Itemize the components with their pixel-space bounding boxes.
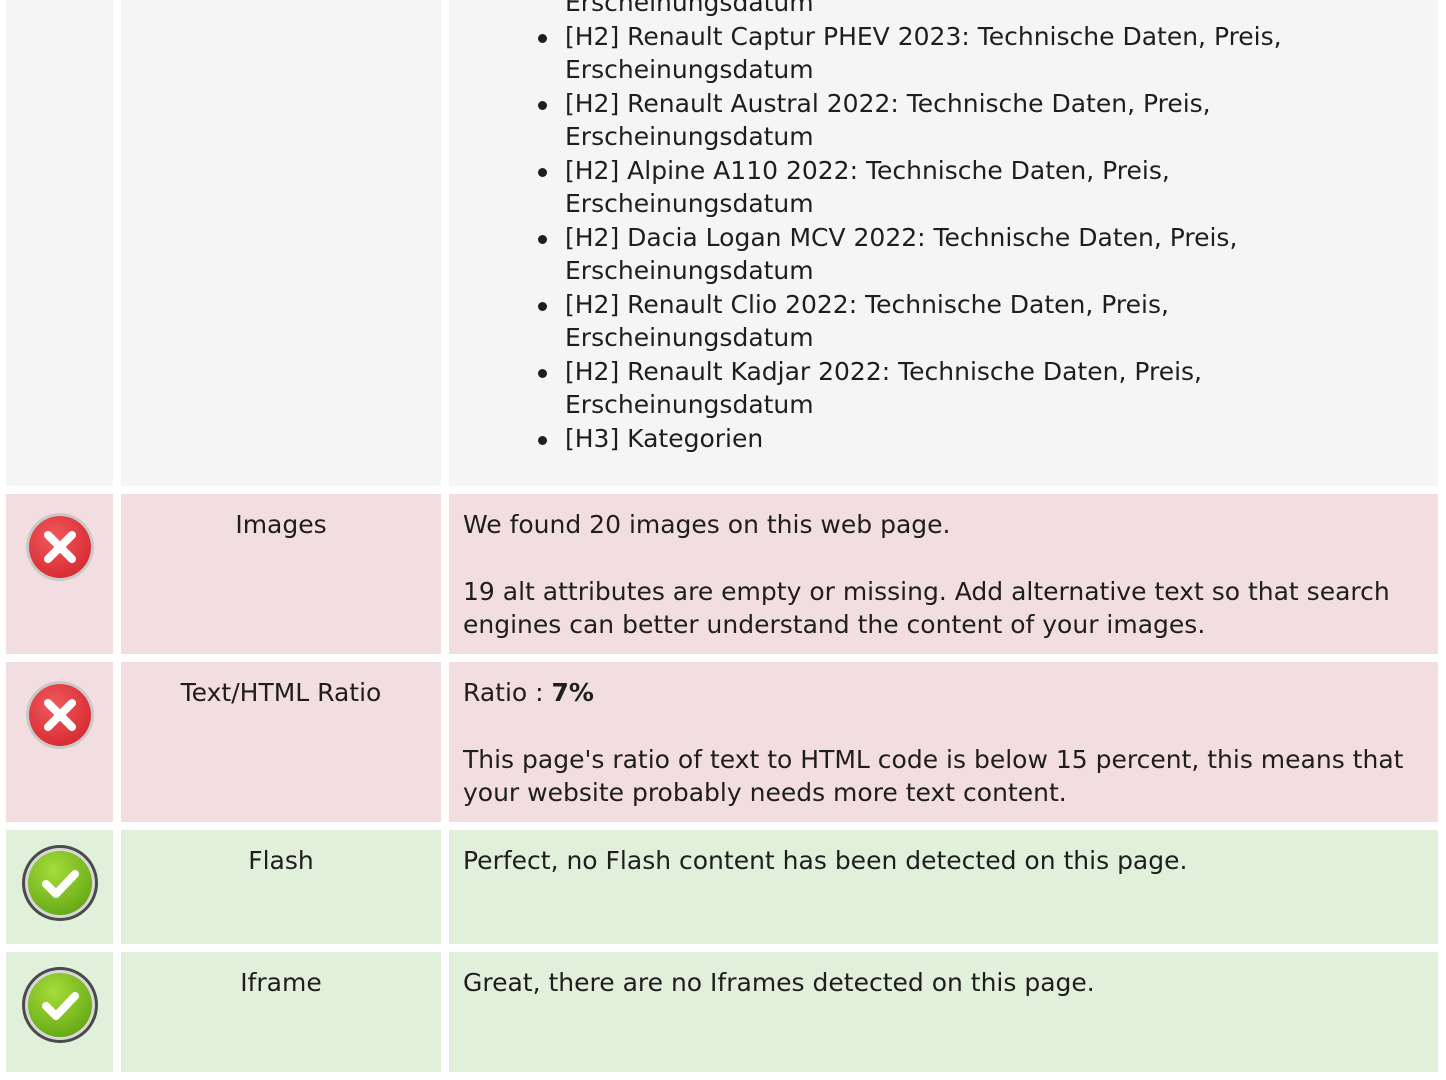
headings-row: Erscheinungsdatum [H2] Renault Captur PH… [6,0,1438,486]
iframe-body-cell: Great, there are no Iframes detected on … [449,952,1438,1072]
headings-icon-cell [6,0,113,486]
heading-list-item: [H2] Renault Kadjar 2022: Technische Dat… [507,355,1407,422]
checkmark-icon [20,843,100,923]
flash-summary: Perfect, no Flash content has been detec… [463,846,1188,875]
images-label-cell: Images [121,494,441,654]
flash-status-cell [6,830,113,944]
ratio-value: 7% [551,678,594,707]
images-label: Images [235,510,327,539]
heading-list-item: [H2] Renault Captur PHEV 2023: Technisch… [507,20,1407,87]
headings-body-cell: Erscheinungsdatum [H2] Renault Captur PH… [449,0,1438,486]
images-summary: We found 20 images on this web page. [463,510,951,539]
flash-body-cell: Perfect, no Flash content has been detec… [449,830,1438,944]
flash-label-cell: Flash [121,830,441,944]
flash-check-row: Flash Perfect, no Flash content has been… [6,830,1438,944]
heading-list-item: [H2] Renault Austral 2022: Technische Da… [507,87,1407,154]
iframe-status-cell [6,952,113,1072]
iframe-label-cell: Iframe [121,952,441,1072]
heading-list: Erscheinungsdatum [H2] Renault Captur PH… [507,0,1407,455]
heading-list-item: [H2] Dacia Logan MCV 2022: Technische Da… [507,221,1407,288]
error-x-icon [24,679,96,751]
images-status-cell [6,494,113,654]
ratio-status-cell [6,662,113,822]
checkmark-icon [20,965,100,1045]
flash-label: Flash [248,846,314,875]
images-body-cell: We found 20 images on this web page. 19 … [449,494,1438,654]
ratio-prefix: Ratio : [463,678,552,707]
ratio-label: Text/HTML Ratio [180,678,382,707]
headings-label-cell [121,0,441,486]
ratio-body-cell: Ratio : 7% This page's ratio of text to … [449,662,1438,822]
iframe-check-row: Iframe Great, there are no Iframes detec… [6,952,1438,1072]
iframe-label: Iframe [240,968,322,997]
error-x-icon [24,511,96,583]
ratio-value-line: Ratio : 7% [463,676,1424,710]
heading-list-item: [H2] Renault Clio 2022: Technische Daten… [507,288,1407,355]
images-advice: 19 alt attributes are empty or missing. … [463,576,1390,640]
ratio-advice: This page's ratio of text to HTML code i… [463,744,1404,808]
heading-list-item: [H2] Alpine A110 2022: Technische Daten,… [507,154,1407,221]
ratio-check-row: Text/HTML Ratio Ratio : 7% This page's r… [6,662,1438,822]
images-check-row: Images We found 20 images on this web pa… [6,494,1438,654]
heading-list-item: [H3] Kategorien [507,422,1407,456]
heading-list-item: Erscheinungsdatum [565,0,814,17]
seo-report-table: Erscheinungsdatum [H2] Renault Captur PH… [6,0,1438,1080]
iframe-summary: Great, there are no Iframes detected on … [463,968,1095,997]
ratio-label-cell: Text/HTML Ratio [121,662,441,822]
